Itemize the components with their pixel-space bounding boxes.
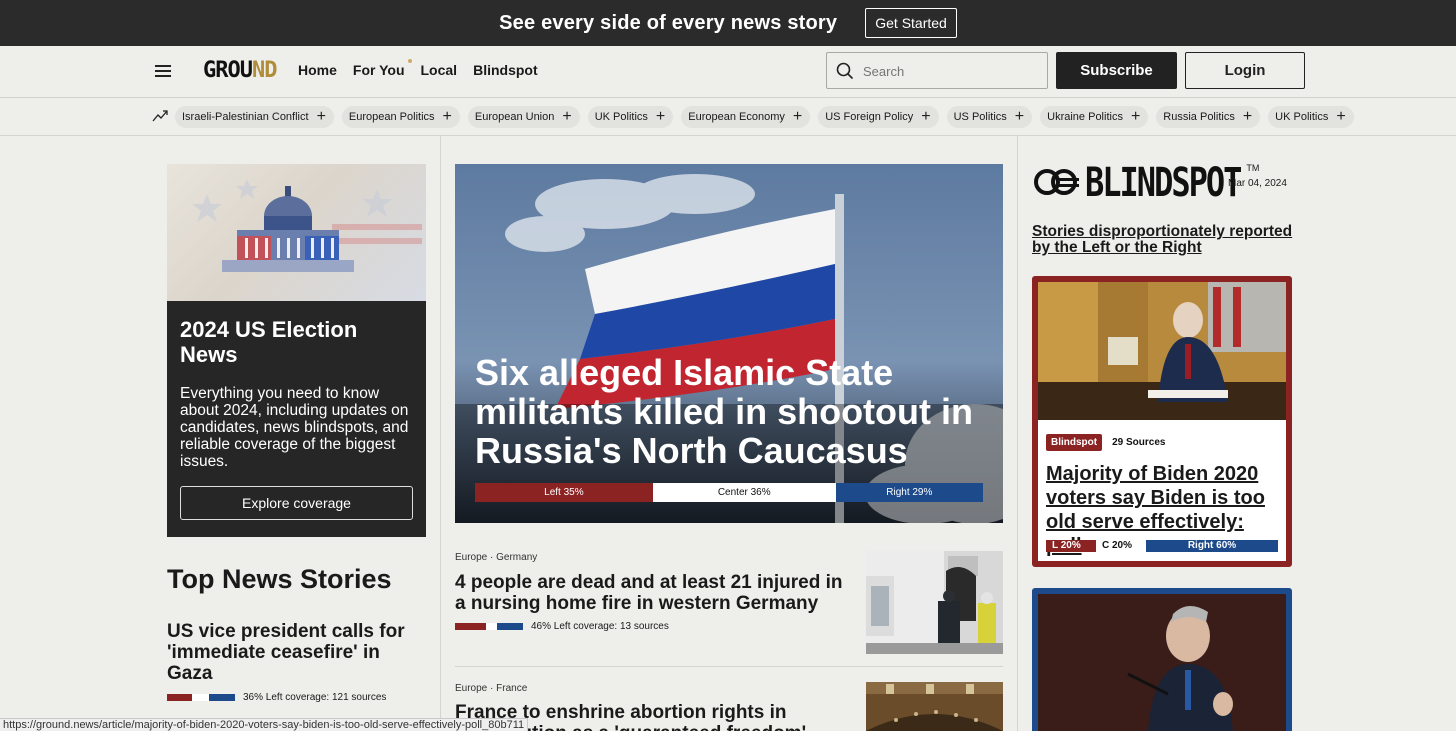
blindspot-card[interactable]: Blindspot 29 Sources Majority of Biden 2… bbox=[1032, 276, 1292, 567]
bias-mini-bar bbox=[167, 694, 235, 701]
coverage-text: 46% Left coverage: 13 sources bbox=[531, 621, 669, 632]
topic-chip[interactable]: US Foreign Policy + bbox=[818, 106, 939, 128]
promo-banner: See every side of every news story Get S… bbox=[0, 0, 1456, 46]
capitol-illustration[interactable] bbox=[167, 164, 426, 301]
election-title[interactable]: 2024 US Election News bbox=[180, 317, 413, 367]
nav-for-you[interactable]: For You bbox=[353, 59, 412, 78]
topic-chip[interactable]: European Union + bbox=[467, 106, 580, 128]
search-input[interactable] bbox=[863, 62, 1033, 80]
top-news-heading: Top News Stories bbox=[167, 564, 392, 594]
bias-right: Right 29% bbox=[835, 483, 983, 502]
plus-icon[interactable]: + bbox=[317, 109, 326, 125]
sources-count: 29 Sources bbox=[1108, 434, 1170, 451]
fire-photo[interactable] bbox=[866, 551, 1003, 654]
topic-label: European Union bbox=[474, 111, 555, 123]
login-button[interactable]: Login bbox=[1185, 52, 1305, 89]
blindspot-tag[interactable]: Blindspot bbox=[1046, 434, 1103, 451]
kerry-photo bbox=[1038, 594, 1286, 731]
topic-chip[interactable]: US Politics + bbox=[946, 106, 1033, 128]
article-title[interactable]: 4 people are dead and at least 21 injure… bbox=[455, 572, 855, 614]
menu-icon[interactable] bbox=[155, 65, 171, 77]
topic-bar: Israeli-Palestinian Conflict + European P… bbox=[0, 99, 1456, 136]
plus-icon[interactable]: + bbox=[1015, 109, 1024, 125]
promo-text: See every side of every news story bbox=[499, 11, 838, 34]
election-description: Everything you need to know about 2024, … bbox=[180, 385, 409, 470]
search-box[interactable] bbox=[826, 52, 1048, 89]
column-divider bbox=[1017, 136, 1018, 731]
topic-chip[interactable]: Russia Politics + bbox=[1156, 106, 1261, 128]
topic-label: Ukraine Politics bbox=[1047, 111, 1123, 123]
topic-label: UK Politics bbox=[594, 111, 648, 123]
biden-photo bbox=[1038, 282, 1286, 420]
get-started-button[interactable]: Get Started bbox=[865, 8, 957, 38]
plus-icon[interactable]: + bbox=[656, 109, 665, 125]
nav-blindspot[interactable]: Blindspot bbox=[473, 62, 538, 78]
ground-news-logo[interactable]: GROUND bbox=[203, 58, 277, 83]
status-url-bar: https://ground.news/article/majority-of-… bbox=[0, 718, 529, 731]
main-nav: GROUND Home For You Local Blindspot Subs… bbox=[0, 46, 1456, 98]
bias-bar: Left 35% Center 36% Right 29% bbox=[475, 483, 983, 502]
topic-label: Russia Politics bbox=[1163, 111, 1235, 123]
bias-right: Right 60% bbox=[1146, 540, 1278, 552]
topic-chip[interactable]: European Economy + bbox=[681, 106, 811, 128]
nav-links: Home For You Local Blindspot bbox=[298, 59, 538, 78]
bias-center: C 20% bbox=[1096, 540, 1146, 552]
bias-mini-bar bbox=[455, 623, 523, 630]
bias-left: Left 35% bbox=[475, 483, 653, 502]
topic-label: Israeli-Palestinian Conflict bbox=[182, 111, 309, 123]
topic-label: UK Politics bbox=[1275, 111, 1329, 123]
logo-text-b: ND bbox=[251, 58, 277, 83]
trademark-mark: TM bbox=[1246, 163, 1260, 173]
blindspot-date: Mar 04, 2024 bbox=[1228, 178, 1287, 189]
subscribe-button[interactable]: Subscribe bbox=[1056, 52, 1177, 89]
election-card: 2024 US Election News Everything you nee… bbox=[167, 301, 426, 537]
topic-chip[interactable]: UK Politics + bbox=[1268, 106, 1354, 128]
plus-icon[interactable]: + bbox=[562, 109, 571, 125]
article-divider bbox=[455, 666, 1003, 667]
parliament-photo[interactable] bbox=[866, 682, 1003, 731]
nav-home[interactable]: Home bbox=[298, 62, 337, 78]
bias-center: Center 36% bbox=[652, 483, 836, 502]
topic-label: European Politics bbox=[348, 111, 435, 123]
search-icon bbox=[836, 62, 854, 80]
blindspot-tagline-link[interactable]: Stories disproportionately reported by t… bbox=[1032, 224, 1297, 256]
topic-label: US Foreign Policy bbox=[825, 111, 914, 123]
hero-title[interactable]: Six alleged Islamic State militants kill… bbox=[475, 353, 985, 470]
bias-bar: L 20% C 20% Right 60% bbox=[1046, 540, 1278, 552]
explore-coverage-button[interactable]: Explore coverage bbox=[180, 486, 413, 520]
topic-chip[interactable]: Israeli-Palestinian Conflict + bbox=[175, 106, 334, 128]
article-category[interactable]: Europe · France bbox=[455, 683, 527, 694]
article-meta: 46% Left coverage: 13 sources bbox=[455, 621, 669, 632]
blindspot-card-second[interactable] bbox=[1032, 588, 1292, 731]
story-title[interactable]: US vice president calls for 'immediate c… bbox=[167, 621, 417, 684]
nav-local[interactable]: Local bbox=[421, 62, 458, 78]
blindspot-logo[interactable]: BLINDSPOT TM bbox=[1033, 158, 1260, 206]
blindspot-wordmark: BLINDSPOT bbox=[1085, 158, 1242, 206]
plus-icon[interactable]: + bbox=[1336, 109, 1345, 125]
blindspot-tags: Blindspot 29 Sources bbox=[1046, 434, 1170, 451]
story-meta: 36% Left coverage: 121 sources bbox=[167, 692, 386, 703]
hero-story[interactable]: Six alleged Islamic State militants kill… bbox=[455, 164, 1003, 523]
blindspot-icon bbox=[1034, 169, 1079, 195]
topic-chip[interactable]: European Politics + bbox=[341, 106, 460, 128]
topic-list: Israeli-Palestinian Conflict + European P… bbox=[175, 106, 1354, 128]
column-divider bbox=[440, 136, 441, 731]
trending-icon bbox=[152, 110, 168, 122]
plus-icon[interactable]: + bbox=[443, 109, 452, 125]
topic-label: European Economy bbox=[688, 111, 785, 123]
topic-chip[interactable]: Ukraine Politics + bbox=[1040, 106, 1149, 128]
plus-icon[interactable]: + bbox=[1131, 109, 1140, 125]
topic-chip[interactable]: UK Politics + bbox=[587, 106, 674, 128]
plus-icon[interactable]: + bbox=[921, 109, 930, 125]
topic-label: US Politics bbox=[953, 111, 1007, 123]
plus-icon[interactable]: + bbox=[793, 109, 802, 125]
bias-left: L 20% bbox=[1046, 540, 1096, 552]
coverage-text: 36% Left coverage: 121 sources bbox=[243, 692, 387, 703]
logo-text-a: GROU bbox=[203, 58, 253, 83]
plus-icon[interactable]: + bbox=[1243, 109, 1252, 125]
article-category[interactable]: Europe · Germany bbox=[455, 552, 537, 563]
